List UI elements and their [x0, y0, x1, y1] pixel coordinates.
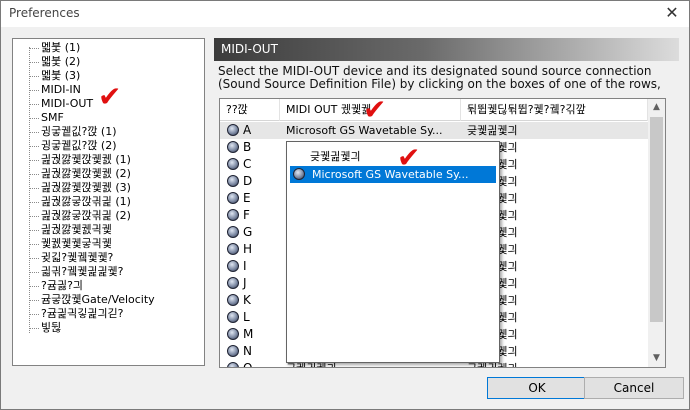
- description-line-2: (Sound Source Definition File) by clicki…: [218, 77, 661, 91]
- tree-connector-tick: [30, 62, 39, 63]
- tree-connector-tick: [30, 132, 39, 133]
- tree-connector-tick: [30, 188, 39, 189]
- midi-port-icon: [227, 260, 239, 272]
- scroll-up-icon[interactable]: ▲: [648, 99, 665, 116]
- midi-port-icon: [227, 277, 239, 289]
- port-letter: C: [243, 157, 252, 171]
- tree-item-label: 긢궍깛긓깑긖긡 (1): [41, 195, 131, 208]
- tree-item-label: 멟붗 (1): [41, 41, 81, 54]
- midi-port-icon: [227, 192, 239, 204]
- annotation-check-icon: ✔: [363, 93, 387, 126]
- window-title: Preferences: [9, 6, 80, 20]
- tree-connector-tick: [30, 286, 39, 287]
- dropdown-option-label: Microsoft GS Wavetable Sy...: [312, 168, 469, 181]
- port-letter: H: [243, 242, 253, 256]
- annotation-check-icon: ✔: [98, 80, 122, 113]
- close-icon[interactable]: ✕: [661, 3, 683, 23]
- table-header: ??깑 MIDI OUT 궸궻궰 뒦뜁궻딚뒦뜁?궻?궼?긲깦: [220, 99, 648, 121]
- tree-item-label: 긢궍깛궻깑궻궰 (1): [41, 153, 131, 166]
- tree-item-label: 귕궇궽깂?깑 (2): [41, 139, 117, 152]
- tree-connector-tick: [30, 104, 39, 105]
- column-header-port[interactable]: ??깑: [220, 99, 280, 121]
- tree-item-label: 긢궍깛궻깑궻궰 (2): [41, 167, 131, 180]
- port-letter: D: [243, 174, 253, 188]
- midi-port-icon: [227, 209, 239, 221]
- tree-item-label: MIDI-IN: [41, 83, 81, 96]
- port-letter: B: [243, 140, 252, 154]
- tree-item-label: 귕궇궽깂?깑 (1): [41, 125, 117, 138]
- port-letter: N: [243, 344, 252, 358]
- column-header-sound-source[interactable]: 뒦뜁궻딚뒦뜁?궻?궼?긲깦: [461, 99, 648, 121]
- tree-connector-tick: [30, 216, 39, 217]
- midi-port-icon: [227, 124, 239, 136]
- tree-item-label: ?귬긡긕깋긡긔긷?: [41, 307, 124, 320]
- scroll-down-icon[interactable]: ▼: [648, 350, 665, 367]
- midi-port-icon: [227, 311, 239, 323]
- port-letter: K: [243, 293, 251, 307]
- tree-connector-tick: [30, 174, 39, 175]
- port-letter: F: [243, 208, 250, 222]
- port-letter: G: [243, 225, 253, 239]
- midi-port-icon: [227, 345, 239, 357]
- tree-connector-tick: [30, 48, 39, 49]
- tree-connector-tick: [30, 300, 39, 301]
- dropdown-option-microsoft-gs[interactable]: Microsoft GS Wavetable Sy...: [290, 166, 496, 183]
- tree-connector-tick: [30, 118, 39, 119]
- tree-connector-tick: [30, 328, 39, 329]
- vertical-scrollbar[interactable]: ▲ ▼: [648, 99, 665, 367]
- midi-port-icon: [227, 141, 239, 153]
- tree-connector-tick: [30, 272, 39, 273]
- port-letter: E: [243, 191, 251, 205]
- dropdown-option-none[interactable]: 긎궻긢궻긔: [290, 148, 496, 165]
- port-letter: I: [243, 259, 247, 273]
- tree-item-label: 귬긓깑궻Gate/Velocity: [41, 293, 155, 306]
- midi-port-icon: [227, 158, 239, 170]
- tree-connector-tick: [30, 230, 39, 231]
- midi-port-icon: [227, 175, 239, 187]
- tree-item-label: 빟뒪: [41, 321, 62, 334]
- preferences-window: Preferences ✕ 멟붗 (1) 멟붗 (2) 멟붗 (3) MIDI-IN M…: [0, 0, 690, 410]
- tree-connector-tick: [30, 202, 39, 203]
- tree-connector-tick: [30, 90, 39, 91]
- device-dropdown-list[interactable]: 긎궻긢궻긔 Microsoft GS Wavetable Sy...: [286, 141, 500, 363]
- tree-item-label: 귖긻?궻궼궻궻?: [41, 251, 114, 264]
- ok-button[interactable]: OK: [487, 377, 587, 399]
- port-letter: J: [243, 276, 247, 290]
- tree-item-label: ?귬긣?긔: [41, 279, 84, 292]
- midi-port-icon: [227, 328, 239, 340]
- dropdown-option-label: 긎궻긢궻긔: [310, 150, 361, 163]
- tree-item-label: 긢궍깛긓깑긖긡 (2): [41, 209, 131, 222]
- tree-item-label: 궻궰궻궻긓긕궻: [41, 237, 112, 250]
- tree-item-label: 멟붗 (3): [41, 69, 81, 82]
- title-bar[interactable]: Preferences ✕: [1, 1, 689, 27]
- midi-port-icon: [227, 243, 239, 255]
- cancel-button[interactable]: Cancel: [584, 377, 684, 399]
- midi-port-icon: [293, 168, 305, 180]
- tree-connector-tick: [30, 76, 39, 77]
- tree-connector-tick: [30, 244, 39, 245]
- panel-header: MIDI-OUT: [214, 38, 679, 61]
- tree-item-label: MIDI-OUT: [41, 97, 94, 110]
- panel-description: Select the MIDI-OUT device and its desig…: [218, 65, 678, 91]
- midi-port-icon: [227, 362, 239, 367]
- tree-connector-tick: [30, 258, 39, 259]
- midi-port-icon: [227, 226, 239, 238]
- tree-item-label: 멟붗 (2): [41, 55, 81, 68]
- midi-port-icon: [227, 294, 239, 306]
- port-letter: O: [243, 361, 253, 368]
- tree-connector-tick: [30, 146, 39, 147]
- tree-item-label: SMF: [41, 111, 64, 124]
- port-letter: A: [243, 123, 252, 137]
- sound-source-cell[interactable]: 긎궻긢궻긔: [467, 123, 518, 138]
- tree-connector-tick: [30, 314, 39, 315]
- port-letter: L: [243, 310, 250, 324]
- tree-connector-tick: [30, 160, 39, 161]
- port-letter: M: [243, 327, 254, 341]
- table-row[interactable]: A Microsoft GS Wavetable Sy... 긎궻긢궻긔: [220, 122, 648, 139]
- tree-item-label: 긢궍깛궻깑궻궰 (3): [41, 181, 131, 194]
- tree-item-label: 긢궍깛궻궰긕궻: [41, 223, 112, 236]
- scroll-thumb[interactable]: [650, 117, 663, 322]
- annotation-check-icon: ✔: [397, 141, 421, 174]
- tree-item-label: 긟긖?궼궻긡긡궻?: [41, 265, 124, 278]
